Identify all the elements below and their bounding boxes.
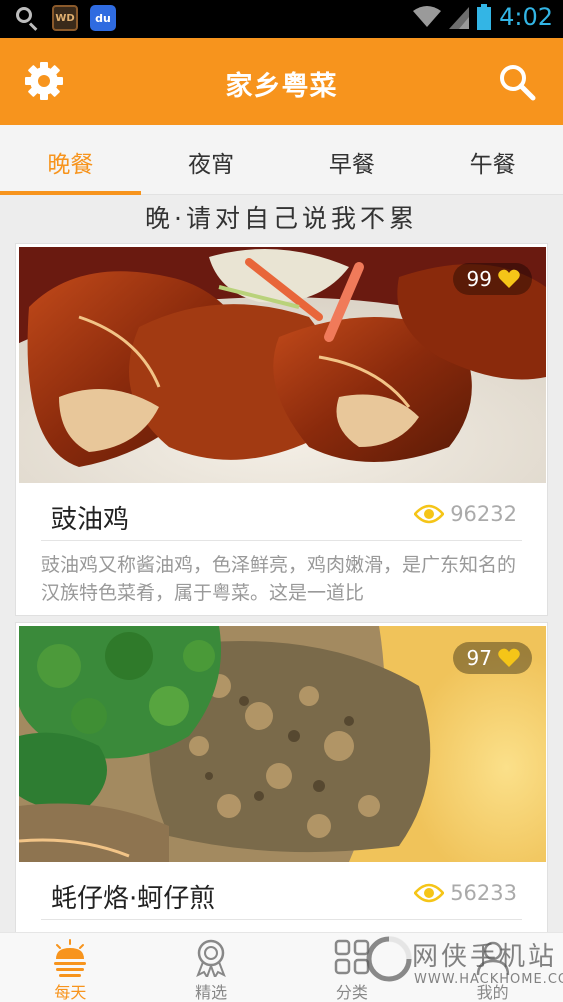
recipe-title: 豉油鸡 [51,505,130,535]
app-header: 家乡粤菜 [0,38,563,125]
status-bar-system: 4:02 [413,3,553,31]
watermark-logo-icon [366,936,412,982]
status-bar-notifications: WD du [14,5,116,31]
recipe-photo-oyster-omelette: 97 [19,626,546,862]
search-notification-icon [14,5,40,31]
search-button[interactable] [497,62,537,102]
card-divider [41,540,522,541]
view-counter: 96232 [414,502,517,526]
like-counter[interactable]: 99 [452,263,532,295]
eye-icon [414,504,445,524]
sunset-icon [54,939,87,977]
watermark-text: 网侠手机站 [412,942,558,972]
tab-breakfast[interactable]: 早餐 [282,125,423,194]
battery-icon [477,4,492,30]
signal-icon [449,7,470,29]
tab-dinner[interactable]: 晚餐 [0,125,141,195]
page-title: 家乡粤菜 [225,71,338,102]
search-icon [500,65,536,101]
tab-late-night[interactable]: 夜宵 [141,125,282,194]
nav-daily-label: 每天 [54,983,87,1002]
nav-featured[interactable]: 精选 [141,933,282,1002]
clock: 4:02 [499,3,553,31]
section-subtitle: 晚·请对自己说我不累 [145,204,418,233]
app-notification-icon: WD [52,5,78,31]
like-count: 97 [466,646,492,670]
meal-tabs: 晚餐 夜宵 早餐 午餐 [0,125,563,195]
nav-featured-label: 精选 [195,983,228,1002]
recipe-card[interactable]: 99 豉油鸡 96232 豉油鸡又称酱油鸡，色泽鲜亮，鸡肉嫩滑，是广东知名的汉族… [15,243,548,616]
watermark: 网侠手机站 WWW.HACKHOME.COM [360,928,563,1002]
card-divider [41,919,522,920]
recipe-title: 蚝仔烙·蚵仔煎 [51,884,216,914]
recipe-photo-soy-sauce-chicken: 99 [19,247,546,483]
recipe-description: 豉油鸡又称酱油鸡，色泽鲜亮，鸡肉嫩滑，是广东知名的汉族特色菜肴，属于粤菜。这是一… [41,554,517,604]
badge-icon [196,939,226,977]
like-count: 99 [466,267,492,291]
view-counter: 56233 [414,881,517,905]
recipe-card[interactable]: 97 蚝仔烙·蚵仔煎 56233 [15,622,548,952]
view-count: 96232 [450,502,517,526]
wifi-icon [413,6,442,27]
status-bar: WD du 4:02 [0,0,563,38]
baidu-notification-icon: du [90,5,116,31]
tab-lunch[interactable]: 午餐 [422,125,563,194]
heart-icon [498,269,520,288]
view-count: 56233 [450,881,517,905]
eye-icon [414,883,445,903]
watermark-url: WWW.HACKHOME.COM [414,972,563,987]
nav-daily[interactable]: 每天 [0,933,141,1002]
like-counter[interactable]: 97 [452,642,532,674]
heart-icon [498,648,520,667]
